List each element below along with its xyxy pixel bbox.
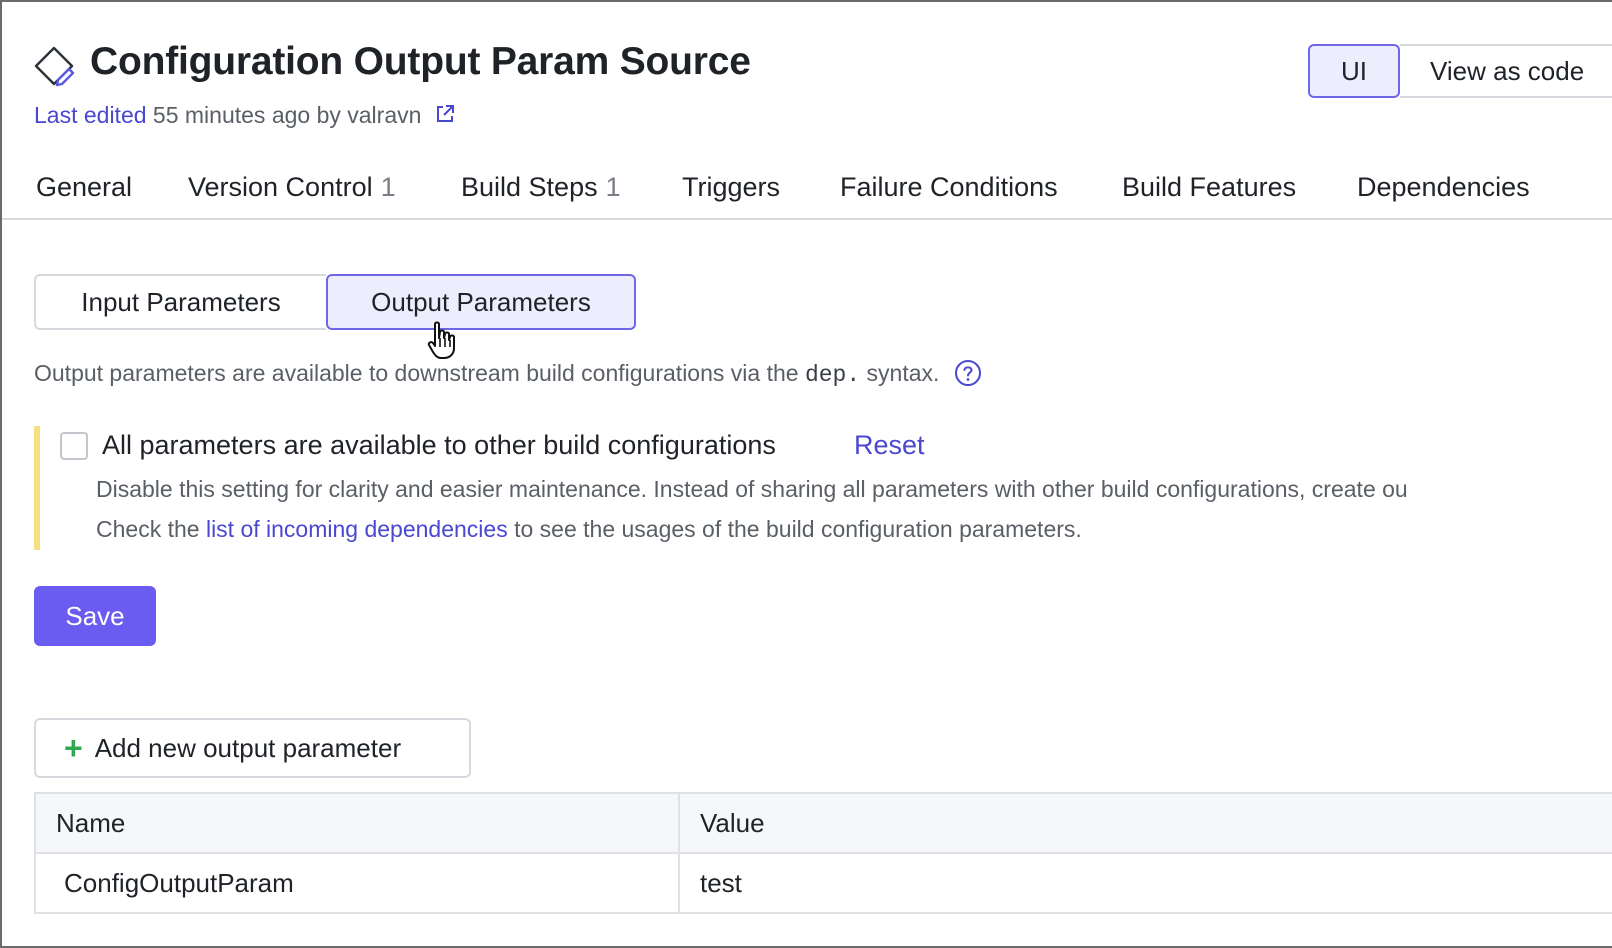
add-output-parameter-button[interactable]: + Add new output parameter: [34, 718, 471, 778]
view-as-code-button[interactable]: View as code: [1400, 44, 1612, 98]
table-header-row: Name Value: [34, 792, 1612, 854]
tab-failure-conditions[interactable]: Failure Conditions: [840, 172, 1058, 203]
callout-hint: Disable this setting for clarity and eas…: [96, 476, 1408, 502]
page-title: Configuration Output Param Source: [90, 40, 751, 83]
all-params-available-checkbox[interactable]: [60, 432, 88, 460]
last-edited-link[interactable]: Last edited: [34, 102, 147, 128]
last-edited-info: Last edited 55 minutes ago by valravn: [34, 102, 456, 129]
output-parameters-table: Name Value ConfigOutputParam test: [34, 792, 1612, 914]
reset-link[interactable]: Reset: [854, 430, 925, 461]
output-parameters-tab[interactable]: Output Parameters: [326, 274, 636, 330]
tab-dependencies[interactable]: Dependencies: [1357, 172, 1530, 203]
last-edited-details: 55 minutes ago by valravn: [152, 102, 422, 128]
tab-build-steps[interactable]: Build Steps 1: [461, 172, 621, 203]
add-output-parameter-label: Add new output parameter: [94, 732, 402, 763]
external-link-icon[interactable]: [434, 103, 456, 125]
parameter-type-switch: Input Parameters Output Parameters: [34, 274, 636, 330]
build-config-edit-icon: [34, 46, 75, 87]
settings-tabs: General Version Control 1 Build Steps 1 Tr…: [2, 162, 1612, 220]
column-header-value[interactable]: Value: [678, 792, 1612, 854]
plus-icon: +: [64, 730, 83, 766]
save-button[interactable]: Save: [34, 586, 156, 646]
view-mode-toggle: UI View as code: [1308, 44, 1612, 98]
question-circle-icon[interactable]: [954, 359, 982, 387]
output-params-description: Output parameters are available to downs…: [34, 359, 982, 388]
param-name-cell[interactable]: ConfigOutputParam: [34, 852, 680, 914]
all-params-available-label[interactable]: All parameters are available to other bu…: [102, 430, 776, 461]
tab-count-badge: 1: [605, 172, 621, 202]
dep-syntax-code: dep.: [804, 362, 861, 388]
hand-pointer-icon: [427, 321, 455, 359]
tab-count-badge: 1: [380, 172, 396, 202]
tab-build-features[interactable]: Build Features: [1122, 172, 1296, 203]
incoming-dependencies-link[interactable]: list of incoming dependencies: [206, 516, 508, 542]
callout-hint-dependencies: Check the list of incoming dependencies …: [96, 516, 1082, 542]
table-row[interactable]: ConfigOutputParam test: [34, 852, 1612, 914]
column-header-name[interactable]: Name: [34, 792, 680, 854]
tab-general[interactable]: General: [36, 172, 132, 203]
input-parameters-tab[interactable]: Input Parameters: [34, 274, 326, 330]
param-value-cell[interactable]: test: [678, 852, 1612, 914]
tab-version-control[interactable]: Version Control 1: [188, 172, 396, 203]
ui-view-button[interactable]: UI: [1308, 44, 1400, 98]
app-window: Configuration Output Param Source Last e…: [0, 0, 1612, 948]
tab-triggers[interactable]: Triggers: [682, 172, 780, 203]
share-all-params-callout: All parameters are available to other bu…: [34, 426, 1612, 550]
